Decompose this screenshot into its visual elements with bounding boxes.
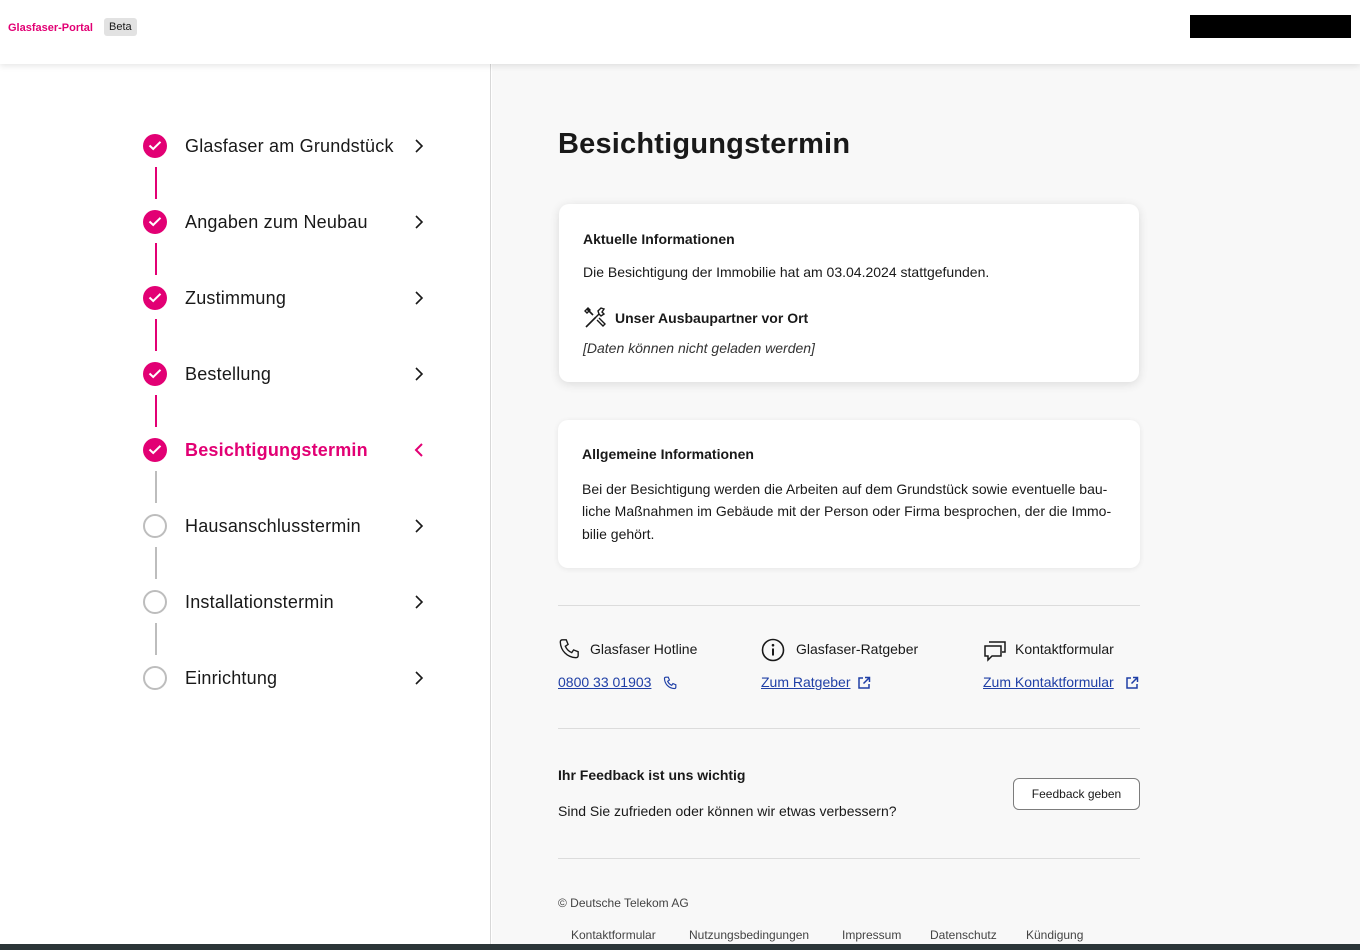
kontaktformular-link[interactable]: Zum Kontaktformular [983, 674, 1114, 690]
step-label: Einrichtung [185, 668, 278, 688]
chevron-left-icon [414, 443, 423, 457]
empty-circle-icon [143, 590, 167, 614]
step-label: Besichtigungstermin [185, 440, 368, 460]
empty-circle-icon [143, 666, 167, 690]
step-connector [155, 243, 157, 275]
divider [558, 728, 1140, 729]
feedback-text: Sind Sie zufrieden oder können wir etwas… [558, 803, 897, 819]
footer-link-kontaktformular[interactable]: Kontaktformular [571, 928, 656, 942]
chevron-right-icon [415, 671, 424, 685]
general-info-line: Bei der Besichtigung werden die Arbeiten… [582, 481, 1108, 497]
check-icon [143, 210, 167, 234]
phone-icon [559, 639, 579, 659]
step-installationstermin[interactable]: Installationstermin [143, 588, 433, 616]
general-info-line: liche Maßnahmen im Gebäude mit der Perso… [582, 503, 1112, 519]
footer-link-datenschutz[interactable]: Datenschutz [930, 928, 997, 942]
step-connector [155, 395, 157, 427]
step-bestellung[interactable]: Bestellung [143, 360, 433, 388]
chevron-right-icon [415, 215, 424, 229]
chevron-right-icon [415, 139, 424, 153]
info-icon [761, 638, 785, 662]
step-label: Bestellung [185, 364, 272, 384]
check-icon [143, 362, 167, 386]
phone-icon [663, 676, 677, 690]
external-link-icon [858, 676, 871, 689]
hotline-phone-link[interactable]: 0800 33 01903 [558, 674, 651, 690]
step-label: Glasfaser am Grundstück [185, 136, 394, 156]
step-connector [155, 547, 157, 579]
check-icon [143, 438, 167, 462]
step-label: Zustimmung [185, 288, 287, 308]
footer-link-nutzungsbedingungen[interactable]: Nutzungsbedingungen [689, 928, 809, 942]
step-hausanschlusstermin[interactable]: Hausanschlusstermin [143, 512, 433, 540]
general-info-card: Allgemeine Informationen Bei der Besicht… [558, 420, 1140, 568]
feedback-title: Ihr Feedback ist uns wichtig [558, 767, 746, 783]
step-einrichtung[interactable]: Einrichtung [143, 664, 433, 692]
general-info-line: bilie gehört. [582, 526, 655, 542]
bottom-edge [0, 944, 1360, 950]
user-account-area[interactable] [1190, 15, 1351, 38]
step-zustimmung[interactable]: Zustimmung [143, 284, 433, 312]
copyright: © Deutsche Telekom AG [558, 896, 689, 910]
brand-logo-text[interactable]: Glasfaser-Portal [8, 22, 93, 34]
step-label: Angaben zum Neubau [185, 212, 368, 232]
contact-title: Glasfaser Hotline [590, 641, 698, 657]
external-link-icon [1126, 676, 1139, 689]
step-glasfaser-am-grundstueck[interactable]: Glasfaser am Grundstück [143, 132, 433, 160]
current-info-title: Aktuelle Informationen [583, 231, 735, 247]
ratgeber-link[interactable]: Zum Ratgeber [761, 674, 850, 690]
footer-link-kuendigung[interactable]: Kündigung [1026, 928, 1083, 942]
tools-icon [584, 307, 606, 328]
app-header: Glasfaser-Portal Beta [0, 0, 1360, 64]
main-content: Besichtigungstermin Aktuelle Information… [492, 64, 1360, 944]
current-info-card: Aktuelle Informationen Die Besichtigung … [559, 204, 1139, 382]
check-icon [143, 134, 167, 158]
step-label: Installationstermin [185, 592, 334, 612]
step-connector [155, 471, 157, 503]
step-angaben-zum-neubau[interactable]: Angaben zum Neubau [143, 208, 433, 236]
chat-icon [984, 641, 1006, 662]
contact-title: Kontaktformular [1015, 641, 1114, 657]
step-besichtigungstermin[interactable]: Besichtigungstermin [143, 436, 433, 464]
step-connector [155, 623, 157, 655]
step-connector [155, 319, 157, 351]
check-icon [143, 286, 167, 310]
step-connector [155, 167, 157, 199]
current-info-text: Die Besichtigung der Immobilie hat am 03… [583, 264, 990, 280]
divider [558, 605, 1140, 606]
beta-badge: Beta [104, 18, 137, 36]
contact-title: Glasfaser-Ratgeber [796, 641, 919, 657]
partner-unavailable-text: [Daten können nicht geladen werden] [583, 340, 815, 356]
partner-title: Unser Ausbaupartner vor Ort [615, 310, 809, 326]
empty-circle-icon [143, 514, 167, 538]
chevron-right-icon [415, 519, 424, 533]
progress-sidebar: Glasfaser am Grundstück Angaben zum Neub… [0, 64, 491, 944]
step-label: Hausanschlusstermin [185, 516, 361, 536]
chevron-right-icon [415, 367, 424, 381]
general-info-title: Allgemeine Informationen [582, 446, 754, 462]
footer-link-impressum[interactable]: Impressum [842, 928, 901, 942]
feedback-button[interactable]: Feedback geben [1013, 778, 1140, 810]
chevron-right-icon [415, 291, 424, 305]
chevron-right-icon [415, 595, 424, 609]
divider [558, 858, 1140, 859]
page-title: Besichtigungstermin [558, 128, 851, 160]
